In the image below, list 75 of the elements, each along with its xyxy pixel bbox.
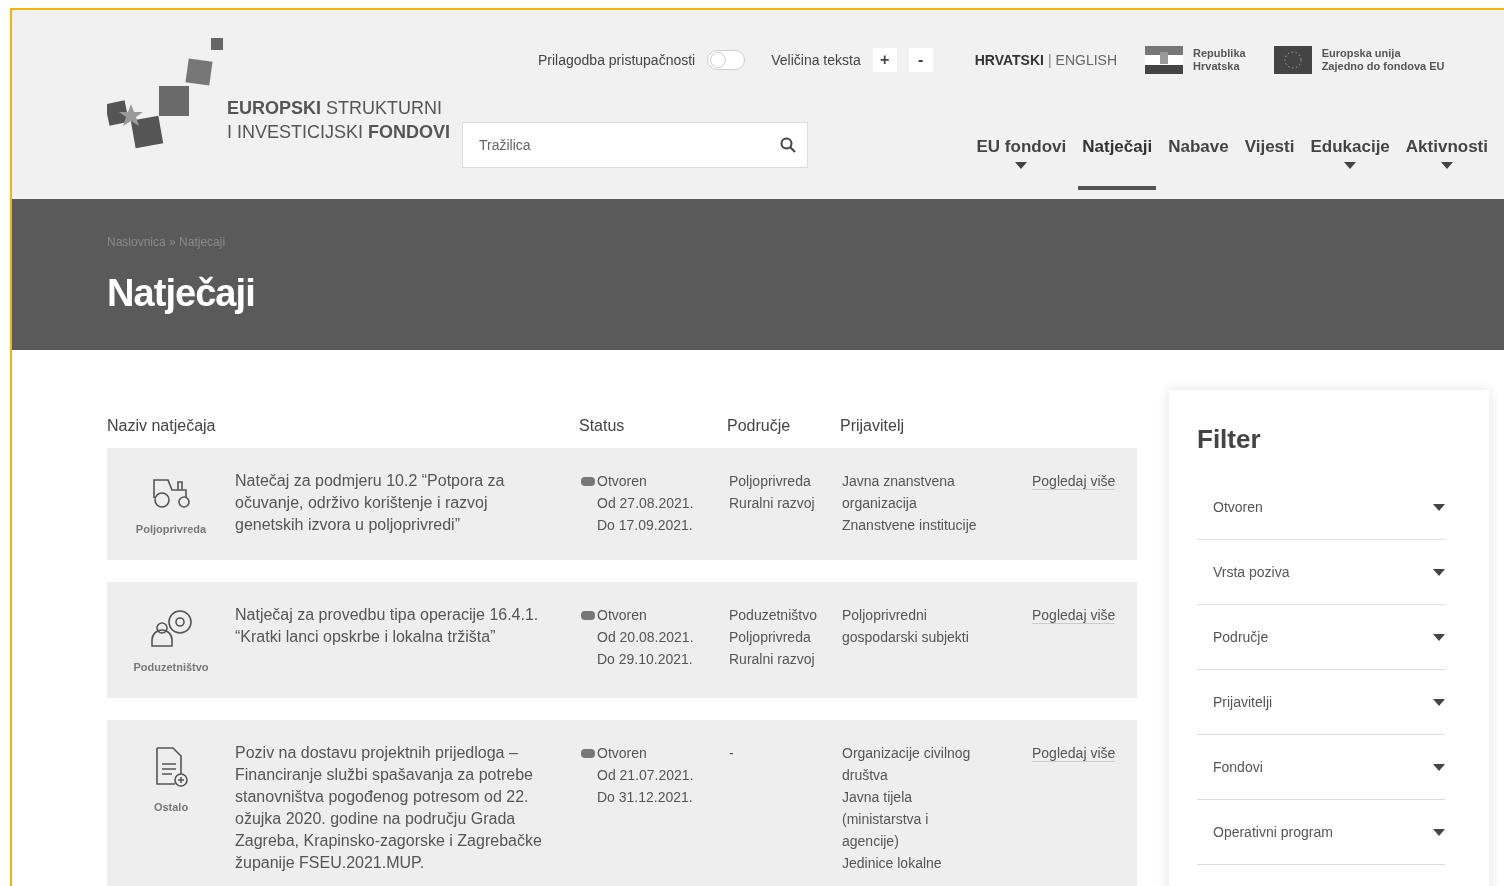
nav-link[interactable]: Vijesti xyxy=(1240,128,1299,160)
nav-link[interactable]: Edukacije xyxy=(1306,128,1394,160)
tender-title: Natječaj za provedbu tipa operacije 16.4.1. “Kratki lanci opskrbe i lokalna tržišta” xyxy=(235,605,540,647)
text-size-button[interactable]: - xyxy=(908,48,933,72)
area-text: - xyxy=(729,744,735,763)
nav-link[interactable]: Natječaji xyxy=(1078,128,1157,190)
category-label: Ostalo xyxy=(153,800,189,815)
language-link[interactable]: ENGLISH xyxy=(1055,49,1118,71)
column-header: Prijavitelj xyxy=(840,416,905,436)
tender-title: Poziv na dostavu projektnih prijedloga – Financiranje službi spašavanja za potrebe stanovništva pogođenog potresom od 22. ožujka 2020. godine na području Grada Zagreba, Krapinsko-zagorske i Zagrebačke županije FSEU.2021.MUP. xyxy=(235,743,543,873)
date-text: Do 31.12.2021. xyxy=(596,788,694,807)
area-text: Poljoprivreda xyxy=(729,628,812,647)
filter-select[interactable]: Fondovi xyxy=(1197,735,1445,800)
filter-select[interactable]: Vrsta poziva xyxy=(1197,540,1445,605)
applicant-text: Poljoprivredni gospodarski subjekti xyxy=(842,606,970,647)
text-size-label: Veličina teksta xyxy=(771,50,861,70)
view-more-link[interactable]: Pogledaj više xyxy=(1032,745,1116,762)
caret-icon xyxy=(1433,698,1445,706)
logo-text: I INVESTICIJSKI FONDOVI xyxy=(227,121,451,144)
filter-select[interactable]: Otvoren xyxy=(1197,475,1445,540)
column-header: Status xyxy=(579,416,626,436)
accessibility-toggle[interactable] xyxy=(707,50,746,70)
nav-link[interactable]: Aktivnosti xyxy=(1401,128,1492,160)
view-more-link[interactable]: Pogledaj više xyxy=(1032,607,1116,624)
accessibility-label: Prilagodba pristupačnosti xyxy=(538,50,696,70)
category-label: Poljoprivreda xyxy=(135,522,207,537)
nav-link[interactable]: Nabave xyxy=(1164,128,1233,160)
caret-icon xyxy=(1433,633,1445,641)
search-field[interactable]: Tražilica xyxy=(462,122,808,168)
badge-text: Europska unija xyxy=(1321,47,1402,60)
language-separator: | xyxy=(1047,50,1052,70)
page-title: Natječaji xyxy=(107,271,256,316)
badge-text: Zajedno do fondova EU xyxy=(1321,60,1445,73)
filter-select[interactable]: Područje xyxy=(1197,605,1445,670)
logo-text: EUROPSKI STRUKTURNI xyxy=(227,97,444,120)
eu-flag-icon xyxy=(1273,46,1312,74)
search-icon xyxy=(780,137,796,153)
status-label: Otvoren xyxy=(581,470,729,492)
caret-icon xyxy=(1433,763,1445,771)
filter-select[interactable]: Operativni program xyxy=(1197,800,1445,865)
view-more-link[interactable]: Pogledaj više xyxy=(1032,473,1116,490)
logo-squares-icon xyxy=(107,38,223,150)
area-text: Poduzetništvo xyxy=(729,606,817,625)
filter-title: Filter xyxy=(1197,423,1262,456)
applicant-text: Jedinice lokalne xyxy=(842,854,943,873)
date-text: Do 29.10.2021. xyxy=(596,650,694,669)
applicant-text: Znanstvene institucije xyxy=(842,516,978,535)
caret-icon xyxy=(1433,828,1445,836)
caret-icon xyxy=(1433,503,1445,511)
caret-icon xyxy=(1433,568,1445,576)
date-text: Od 20.08.2021. xyxy=(596,628,695,647)
language-link[interactable]: HRVATSKI xyxy=(974,49,1044,71)
document-add-icon xyxy=(153,746,189,788)
applicant-text: Javna tijela (ministarstva i agencije) xyxy=(842,788,930,851)
category-label: Poduzetništvo xyxy=(133,660,209,675)
text-size-button[interactable]: + xyxy=(872,48,897,72)
badge-text: Hrvatska xyxy=(1193,60,1241,73)
applicant-text: Javna znanstvena organizacija xyxy=(842,472,956,513)
applicant-text: Organizacije civilnog društva xyxy=(842,744,972,785)
area-text: Ruralni razvoj xyxy=(729,494,816,513)
date-text: Do 17.09.2021. xyxy=(596,516,694,535)
area-text: Poljoprivreda xyxy=(729,472,812,491)
person-gear-icon xyxy=(148,608,194,648)
status-label: Otvoren xyxy=(581,604,729,626)
status-label: Otvoren xyxy=(581,742,729,764)
column-header: Područje xyxy=(727,416,792,436)
tender-title: Natečaj za podmjeru 10.2 “Potpora za očuvanje, održivo korištenje i razvoj genetskih izvora u poljoprivredi” xyxy=(235,471,506,535)
area-text: Ruralni razvoj xyxy=(729,650,816,669)
nav-link[interactable]: EU fondovi xyxy=(972,128,1071,160)
filter-select[interactable]: Prijavitelji xyxy=(1197,670,1445,735)
column-header: Naziv natječaja xyxy=(107,416,217,436)
flag-icon xyxy=(1145,46,1184,74)
date-text: Od 21.07.2021. xyxy=(596,766,695,785)
date-text: Od 27.08.2021. xyxy=(596,494,695,513)
badge-text: Republika xyxy=(1193,47,1246,60)
